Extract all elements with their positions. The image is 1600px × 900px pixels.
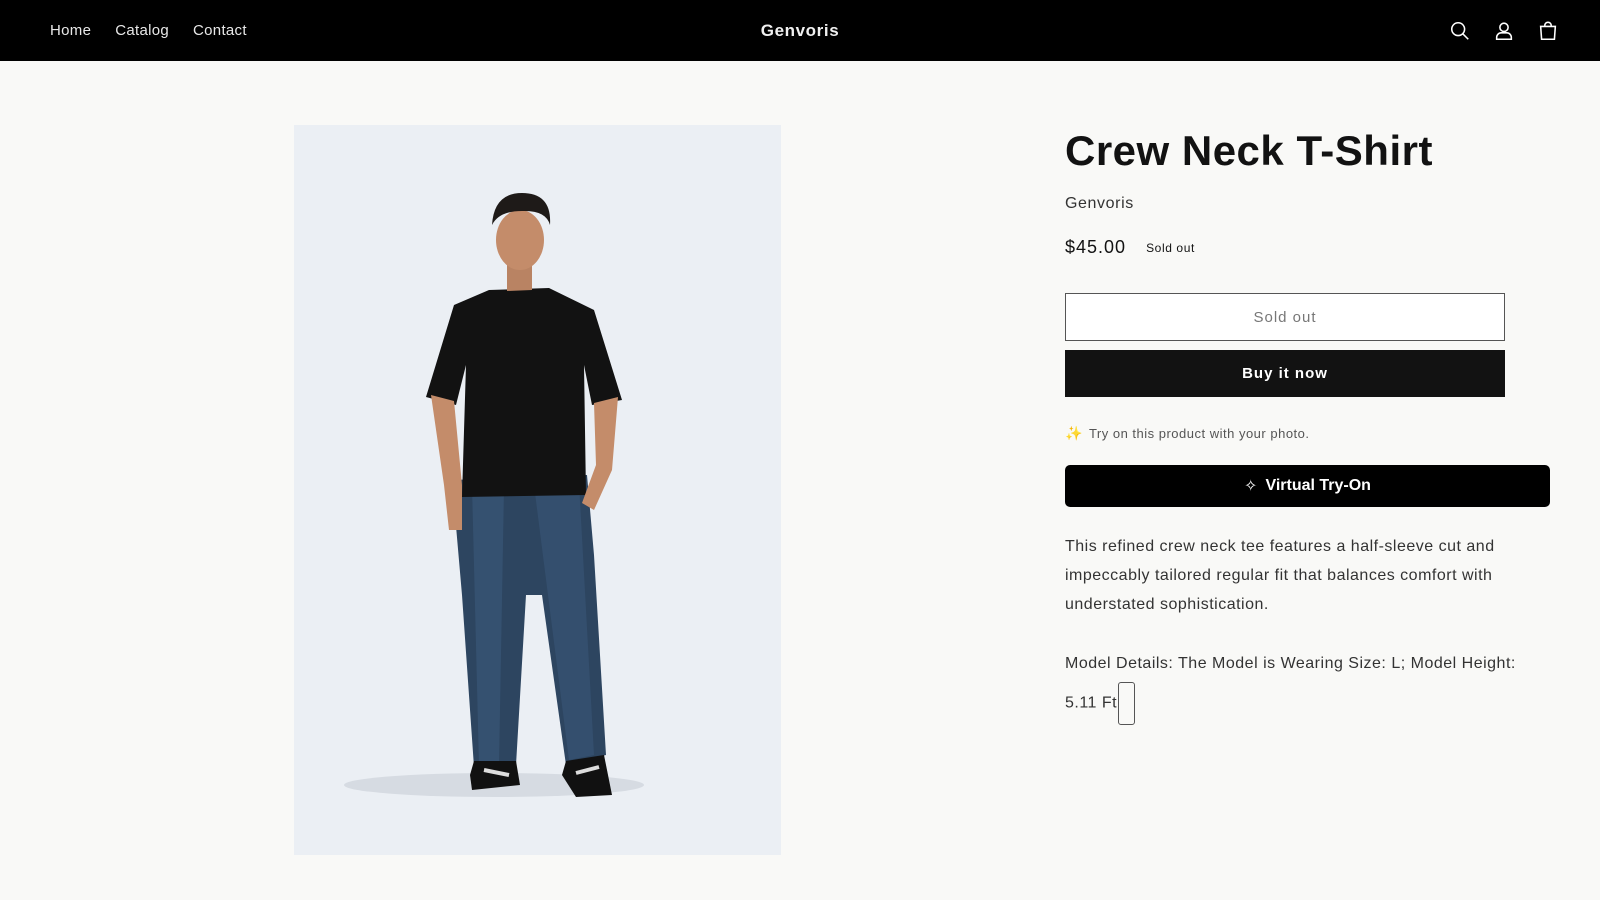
model-photo [294, 125, 781, 855]
account-icon[interactable] [1492, 19, 1516, 43]
tryon-hint-text: Try on this product with your photo. [1088, 426, 1310, 441]
sparkle-icon: ✧ [1244, 478, 1258, 495]
product-vendor: Genvoris [1065, 195, 1134, 212]
brand-logo[interactable]: Genvoris [761, 21, 840, 40]
nav-home[interactable]: Home [50, 22, 91, 39]
product-info: Crew Neck T-Shirt Genvoris $45.00 Sold o… [1065, 125, 1565, 725]
sold-out-badge: Sold out [1146, 240, 1195, 255]
product-description: This refined crew neck tee features a ha… [1065, 538, 1495, 613]
nav-contact[interactable]: Contact [193, 22, 247, 39]
product-title: Crew Neck T-Shirt [1065, 127, 1433, 174]
nav-catalog[interactable]: Catalog [115, 22, 169, 39]
site-header: Home Catalog Contact Genvoris [0, 0, 1600, 61]
model-details: Model Details: The Model is Wearing Size… [1065, 645, 1545, 725]
virtual-tryon-button[interactable]: ✧ Virtual Try-On [1065, 465, 1550, 507]
sparkle-icon: ✨ [1065, 425, 1083, 441]
virtual-tryon-label: Virtual Try-On [1265, 477, 1371, 494]
cart-icon[interactable] [1536, 19, 1560, 43]
price-row: $45.00 Sold out [1065, 237, 1195, 258]
search-icon[interactable] [1448, 19, 1472, 43]
tryon-hint: ✨ Try on this product with your photo. [1065, 425, 1310, 442]
header-icons [1448, 0, 1560, 61]
main-nav: Home Catalog Contact [50, 0, 247, 61]
sold-out-button[interactable]: Sold out [1065, 293, 1505, 341]
buy-now-button[interactable]: Buy it now [1065, 350, 1505, 397]
cursor-box [1118, 682, 1136, 725]
product-image[interactable] [294, 125, 781, 855]
product-price: $45.00 [1065, 237, 1127, 257]
